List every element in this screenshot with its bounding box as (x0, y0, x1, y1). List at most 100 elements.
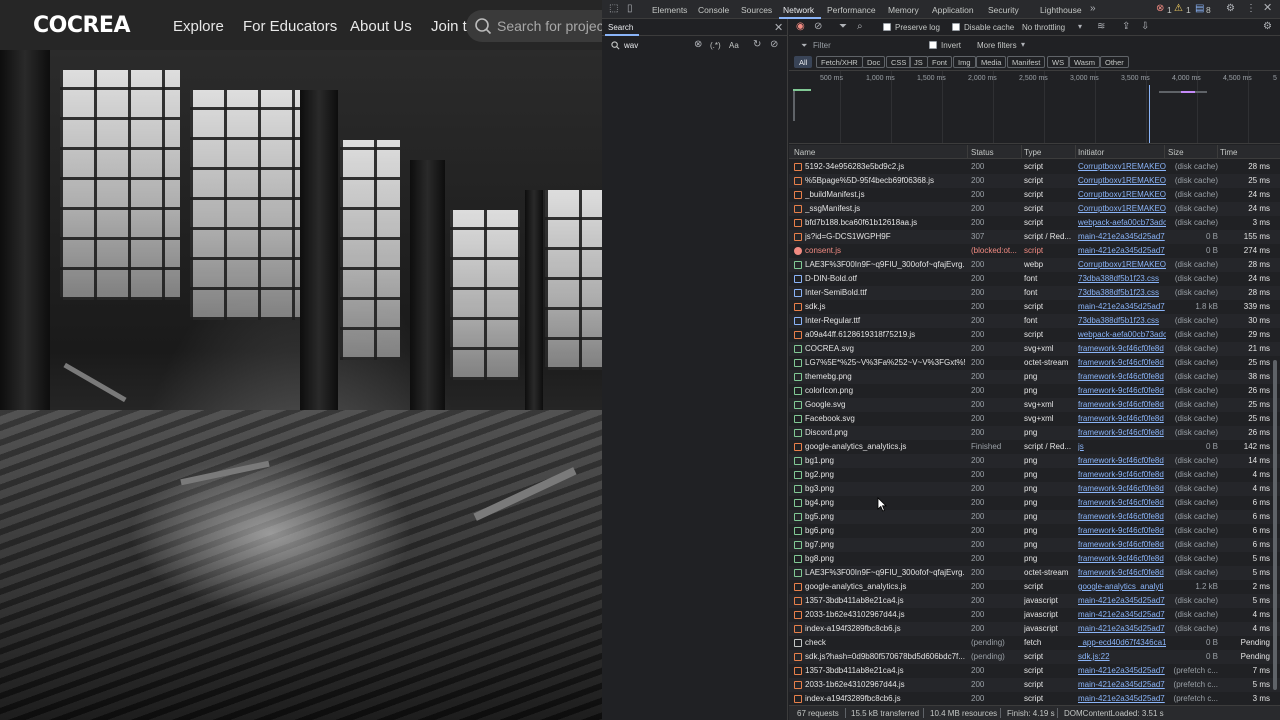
request-initiator[interactable]: framework-9cf46cf0fe8d (1078, 386, 1166, 395)
regex-toggle[interactable]: (.*) (710, 41, 721, 50)
error-icon[interactable]: ⊗ (1156, 4, 1164, 14)
tab-application[interactable]: Application (932, 5, 974, 15)
column-name[interactable]: Name (794, 148, 815, 157)
table-row[interactable]: 5192-34e956283e5bd9c2.js 200 script Corrupt… (789, 160, 1280, 174)
column-initiator[interactable]: Initiator (1078, 148, 1104, 157)
request-initiator[interactable]: Corruptboxv1REMAKEOI (1078, 176, 1166, 185)
more-tabs-icon[interactable]: » (1090, 4, 1096, 14)
scrollbar-thumb[interactable] (1273, 360, 1277, 690)
table-row[interactable]: themebg.png 200 png framework-9cf46cf0fe8d (… (789, 370, 1280, 384)
table-row[interactable]: bg5.png 200 png framework-9cf46cf0fe8d (disk… (789, 510, 1280, 524)
gear-icon[interactable]: ⚙ (1226, 4, 1235, 14)
tab-security[interactable]: Security (988, 5, 1019, 15)
table-row[interactable]: 2033-1b62e43102967d44.js 200 script main-42… (789, 678, 1280, 692)
type-filter-manifest[interactable]: Manifest (1007, 56, 1046, 68)
table-row[interactable]: google-analytics_analytics.js 200 script go… (789, 580, 1280, 594)
nav-for-educators[interactable]: For Educators (243, 18, 337, 35)
table-row[interactable]: bg3.png 200 png framework-9cf46cf0fe8d (disk… (789, 482, 1280, 496)
request-initiator[interactable]: js (1078, 442, 1166, 451)
issues-icon[interactable]: ▤ (1195, 4, 1204, 14)
table-row[interactable]: LAE3F%3F00In9F~q9FIU_300ofof~qfajEvrg...… (789, 258, 1280, 272)
search-panel-title[interactable]: Search (608, 23, 633, 32)
tab-sources[interactable]: Sources (741, 5, 772, 15)
tab-elements[interactable]: Elements (652, 5, 687, 15)
table-row[interactable]: D-DIN-Bold.otf 200 font 73dba388df5b1f23.cs… (789, 272, 1280, 286)
table-row[interactable]: sdk.js?hash=0d9b80f570678bd5d606bdc7f...… (789, 650, 1280, 664)
record-icon[interactable]: ◉ (796, 22, 805, 32)
filter-icon[interactable]: ⏷ (839, 22, 847, 32)
request-initiator[interactable]: framework-9cf46cf0fe8d (1078, 540, 1166, 549)
request-initiator[interactable]: main-421e2a345d25ad7 (1078, 246, 1166, 255)
table-row[interactable]: Google.svg 200 svg+xml framework-9cf46cf0fe… (789, 398, 1280, 412)
column-divider[interactable] (1075, 145, 1076, 159)
request-initiator[interactable]: Corruptboxv1REMAKEOI (1078, 190, 1166, 199)
column-divider[interactable] (1217, 145, 1218, 159)
nav-explore[interactable]: Explore (173, 18, 224, 35)
column-status[interactable]: Status (971, 148, 994, 157)
request-initiator[interactable]: framework-9cf46cf0fe8d (1078, 400, 1166, 409)
column-divider[interactable] (1164, 145, 1165, 159)
network-settings-icon[interactable]: ⚙ (1263, 22, 1272, 32)
warning-icon[interactable]: ⚠ (1174, 4, 1183, 14)
clear-icon[interactable]: ⊘ (770, 40, 778, 50)
request-initiator[interactable]: framework-9cf46cf0fe8d (1078, 512, 1166, 521)
type-filter-all[interactable]: All (794, 56, 813, 68)
request-initiator[interactable]: framework-9cf46cf0fe8d (1078, 456, 1166, 465)
column-type[interactable]: Type (1024, 148, 1041, 157)
close-icon[interactable]: ✕ (774, 21, 783, 34)
chevron-down-icon[interactable]: ▾ (1021, 40, 1025, 50)
type-filter-js[interactable]: JS (909, 56, 928, 68)
type-filter-doc[interactable]: Doc (862, 56, 886, 68)
table-row[interactable]: bg2.png 200 png framework-9cf46cf0fe8d (disk… (789, 468, 1280, 482)
nav-about-us[interactable]: About Us (350, 18, 412, 35)
tab-performance[interactable]: Performance (827, 5, 876, 15)
table-row[interactable]: _ssgManifest.js 200 script Corruptboxv1REMA… (789, 202, 1280, 216)
request-initiator[interactable]: main-421e2a345d25ad7 (1078, 624, 1166, 633)
table-row[interactable]: bg4.png 200 png framework-9cf46cf0fe8d (disk… (789, 496, 1280, 510)
site-logo[interactable]: COCREA (33, 13, 131, 38)
request-initiator[interactable]: google-analytics_analyti (1078, 582, 1166, 591)
request-initiator[interactable]: webpack-aefa00cb73adc (1078, 330, 1166, 339)
table-row[interactable]: bg6.png 200 png framework-9cf46cf0fe8d (disk… (789, 524, 1280, 538)
table-row[interactable]: 1357-3bdb411ab8e21ca4.js 200 script main-42… (789, 664, 1280, 678)
request-initiator[interactable]: framework-9cf46cf0fe8d (1078, 372, 1166, 381)
site-search-input[interactable]: Search for project (466, 10, 602, 42)
kebab-menu-icon[interactable]: ⋮ (1246, 4, 1256, 14)
table-row[interactable]: consent.js (blocked:ot... script main-421e2… (789, 244, 1280, 258)
table-row[interactable]: %5Bpage%5D-95f4becb69f06368.js 200 script C… (789, 174, 1280, 188)
disable-cache-checkbox[interactable] (952, 23, 960, 31)
request-initiator[interactable]: framework-9cf46cf0fe8d (1078, 554, 1166, 563)
type-filter-ws[interactable]: WS (1047, 56, 1070, 68)
export-har-icon[interactable]: ⇩ (1141, 22, 1149, 32)
column-divider[interactable] (1021, 145, 1022, 159)
request-initiator[interactable]: webpack-aefa00cb73adc (1078, 218, 1166, 227)
type-filter-media[interactable]: Media (976, 56, 1007, 68)
request-initiator[interactable]: main-421e2a345d25ad7 (1078, 302, 1166, 311)
table-row[interactable]: Discord.png 200 png framework-9cf46cf0fe8d (… (789, 426, 1280, 440)
search-query-field[interactable]: wav ⊗ (.*) Aa ↻ ⊘ (602, 37, 788, 54)
import-har-icon[interactable]: ⇪ (1122, 22, 1130, 32)
tab-lighthouse[interactable]: Lighthouse (1040, 5, 1082, 15)
tab-network[interactable]: Network (783, 5, 814, 15)
request-initiator[interactable]: framework-9cf46cf0fe8d (1078, 414, 1166, 423)
table-row[interactable]: index-a194f3289fbc8cb6.js 200 script main-4… (789, 692, 1280, 704)
table-row[interactable]: bg8.png 200 png framework-9cf46cf0fe8d (disk… (789, 552, 1280, 566)
request-initiator[interactable]: framework-9cf46cf0fe8d (1078, 428, 1166, 437)
request-initiator[interactable]: framework-9cf46cf0fe8d (1078, 526, 1166, 535)
request-initiator[interactable]: Corruptboxv1REMAKEOI (1078, 260, 1166, 269)
inspect-element-icon[interactable]: ⬚ (609, 4, 618, 14)
request-initiator[interactable]: main-421e2a345d25ad7 (1078, 610, 1166, 619)
table-row[interactable]: a09a44ff.6128619318f75219.js 200 script web… (789, 328, 1280, 342)
request-initiator[interactable]: framework-9cf46cf0fe8d (1078, 470, 1166, 479)
table-row[interactable]: 1357-3bdb411ab8e21ca4.js 200 javascript mai… (789, 594, 1280, 608)
table-row[interactable]: _buildManifest.js 200 script Corruptboxv1RE… (789, 188, 1280, 202)
request-initiator[interactable]: framework-9cf46cf0fe8d (1078, 484, 1166, 493)
network-overview-timeline[interactable]: 500 ms 1,000 ms 1,500 ms 2,000 ms 2,500 … (789, 70, 1280, 144)
table-row[interactable]: colorIcon.png 200 png framework-9cf46cf0fe8… (789, 384, 1280, 398)
filter-input[interactable]: Filter (813, 41, 831, 50)
table-row[interactable]: bg1.png 200 png framework-9cf46cf0fe8d (disk… (789, 454, 1280, 468)
device-toolbar-icon[interactable]: ▯ (627, 4, 633, 14)
chevron-down-icon[interactable]: ▾ (1078, 22, 1082, 32)
request-initiator[interactable]: 73dba388df5b1f23.css (1078, 274, 1166, 283)
request-initiator[interactable]: main-421e2a345d25ad7 (1078, 232, 1166, 241)
